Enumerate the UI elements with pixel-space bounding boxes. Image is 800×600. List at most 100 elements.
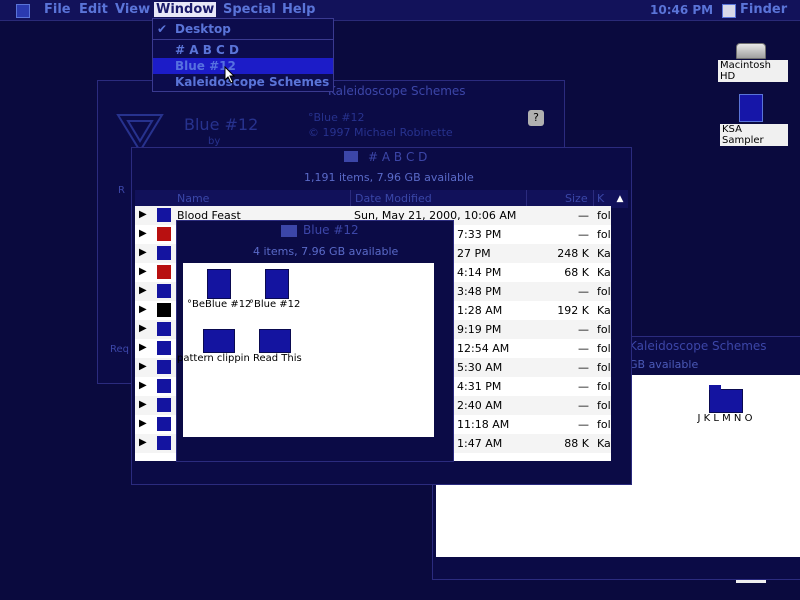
menu-file[interactable]: File — [44, 2, 71, 17]
window-subtitle: 4 items, 7.96 GB available — [253, 245, 399, 258]
disclosure-triangle-icon[interactable]: ▶ — [139, 418, 147, 429]
window-menu-item-kaleidoscope[interactable]: Kaleidoscope Schemes — [153, 74, 333, 90]
application-menu[interactable]: Finder — [740, 2, 787, 17]
window-subtitle: 1,191 items, 7.96 GB available — [304, 171, 474, 184]
disclosure-triangle-icon[interactable]: ▶ — [139, 285, 147, 296]
disclosure-triangle-icon[interactable]: ▶ — [139, 247, 147, 258]
file-icon — [157, 360, 171, 374]
window-subtitle: GB available — [629, 358, 699, 371]
disclosure-triangle-icon[interactable]: ▶ — [139, 361, 147, 372]
file-icon — [157, 284, 171, 298]
row-date: 2:40 AM — [457, 399, 503, 412]
menu-help[interactable]: Help — [282, 2, 315, 17]
scroll-up-arrow-icon[interactable]: ▲ — [612, 190, 628, 208]
folder-icon — [709, 389, 743, 413]
scheme-by: by — [208, 136, 221, 147]
window-title: Blue #12 — [303, 223, 359, 237]
desktop-icon-macintosh-hd[interactable]: Macintosh HD — [716, 40, 788, 82]
text-document-icon — [259, 329, 291, 353]
menu-special[interactable]: Special — [223, 2, 276, 17]
folder-jklmno[interactable]: J K L M N O — [695, 383, 755, 429]
row-date: 9:19 PM — [457, 323, 502, 336]
folder-label: J K L M N O — [697, 413, 753, 424]
file-icon — [157, 227, 171, 241]
row-size: 248 K — [557, 247, 589, 260]
disclosure-triangle-icon[interactable]: ▶ — [139, 437, 147, 448]
disclosure-triangle-icon[interactable]: ▶ — [139, 342, 147, 353]
file-icon — [157, 341, 171, 355]
row-kind: fol — [597, 342, 611, 355]
folder-icon — [281, 225, 297, 237]
row-size: — — [578, 399, 589, 412]
row-date: 1:28 AM — [457, 304, 503, 317]
file-icon — [157, 322, 171, 336]
apple-menu-icon[interactable] — [16, 4, 30, 18]
help-icon[interactable]: ? — [528, 110, 544, 126]
row-kind: fol — [597, 228, 611, 241]
desktop-icon-ksa-sampler[interactable]: KSA Sampler — [716, 94, 788, 146]
disclosure-triangle-icon[interactable]: ▶ — [139, 228, 147, 239]
icon-beblue12[interactable]: °BeBlue #12 — [183, 267, 251, 319]
row-kind: Ka — [597, 437, 611, 450]
row-size: — — [578, 285, 589, 298]
bg-label: R — [118, 185, 125, 196]
row-date: 1:47 AM — [457, 437, 503, 450]
blue12-folder-window[interactable]: Blue #12 4 items, 7.96 GB available °BeB… — [176, 220, 454, 462]
menu-edit[interactable]: Edit — [79, 2, 108, 17]
row-size: 68 K — [564, 266, 589, 279]
vertical-scrollbar[interactable] — [612, 209, 628, 461]
row-kind: fol — [597, 209, 611, 222]
window-title: Kaleidoscope Schemes — [328, 84, 466, 98]
row-size: — — [578, 323, 589, 336]
row-size: — — [578, 418, 589, 431]
kaleidoscope-scheme-icon — [207, 269, 231, 299]
row-kind: fol — [597, 380, 611, 393]
icon-blue12[interactable]: °Blue #12 — [249, 267, 309, 319]
row-kind: fol — [597, 361, 611, 374]
folder-icon — [344, 151, 358, 162]
window-menu-item-desktop[interactable]: ✔ Desktop — [153, 21, 333, 37]
scheme-copyright: © 1997 Michael Robinette — [308, 126, 453, 139]
file-icon — [157, 208, 171, 222]
disclosure-triangle-icon[interactable]: ▶ — [139, 304, 147, 315]
file-icon — [157, 265, 171, 279]
window-menu-dropdown: ✔ Desktop # A B C D Blue #12 Kaleidoscop… — [152, 18, 334, 92]
file-icon — [157, 379, 171, 393]
file-icon — [157, 246, 171, 260]
file-icon — [157, 436, 171, 450]
requirements-label: Req — [110, 344, 129, 355]
menu-bar: File Edit View Window Special Help 10:46… — [0, 0, 800, 21]
icon-read-this[interactable]: Read This — [251, 327, 311, 369]
file-icon — [157, 398, 171, 412]
menu-window[interactable]: Window — [154, 2, 217, 17]
row-size: 192 K — [557, 304, 589, 317]
row-size: — — [578, 342, 589, 355]
finder-icon[interactable] — [722, 4, 736, 18]
window-menu-item-blue12[interactable]: Blue #12 — [153, 58, 333, 74]
row-kind: fol — [597, 418, 611, 431]
menu-clock[interactable]: 10:46 PM — [650, 3, 713, 17]
disclosure-triangle-icon[interactable]: ▶ — [139, 323, 147, 334]
row-size: — — [578, 380, 589, 393]
disclosure-triangle-icon[interactable]: ▶ — [139, 399, 147, 410]
disclosure-triangle-icon[interactable]: ▶ — [139, 266, 147, 277]
checkmark-icon: ✔ — [157, 22, 168, 36]
window-title: Kaleidoscope Schemes — [629, 339, 767, 353]
row-date: 7:33 PM — [457, 228, 502, 241]
window-menu-item-abcd[interactable]: # A B C D — [153, 42, 333, 58]
row-date: 4:31 PM — [457, 380, 502, 393]
row-kind: fol — [597, 399, 611, 412]
row-size: — — [578, 361, 589, 374]
row-date: 5:30 AM — [457, 361, 503, 374]
menu-divider — [153, 39, 333, 40]
icon-pattern-clipping[interactable]: pattern clippin — [177, 327, 253, 369]
document-icon — [739, 94, 763, 122]
mouse-cursor-icon — [224, 66, 236, 84]
menu-view[interactable]: View — [115, 2, 150, 17]
row-kind: Ka — [597, 304, 611, 317]
file-icon — [157, 303, 171, 317]
disclosure-triangle-icon[interactable]: ▶ — [139, 209, 147, 220]
row-date: 4:14 PM — [457, 266, 502, 279]
disclosure-triangle-icon[interactable]: ▶ — [139, 380, 147, 391]
kaleidoscope-scheme-icon — [265, 269, 289, 299]
